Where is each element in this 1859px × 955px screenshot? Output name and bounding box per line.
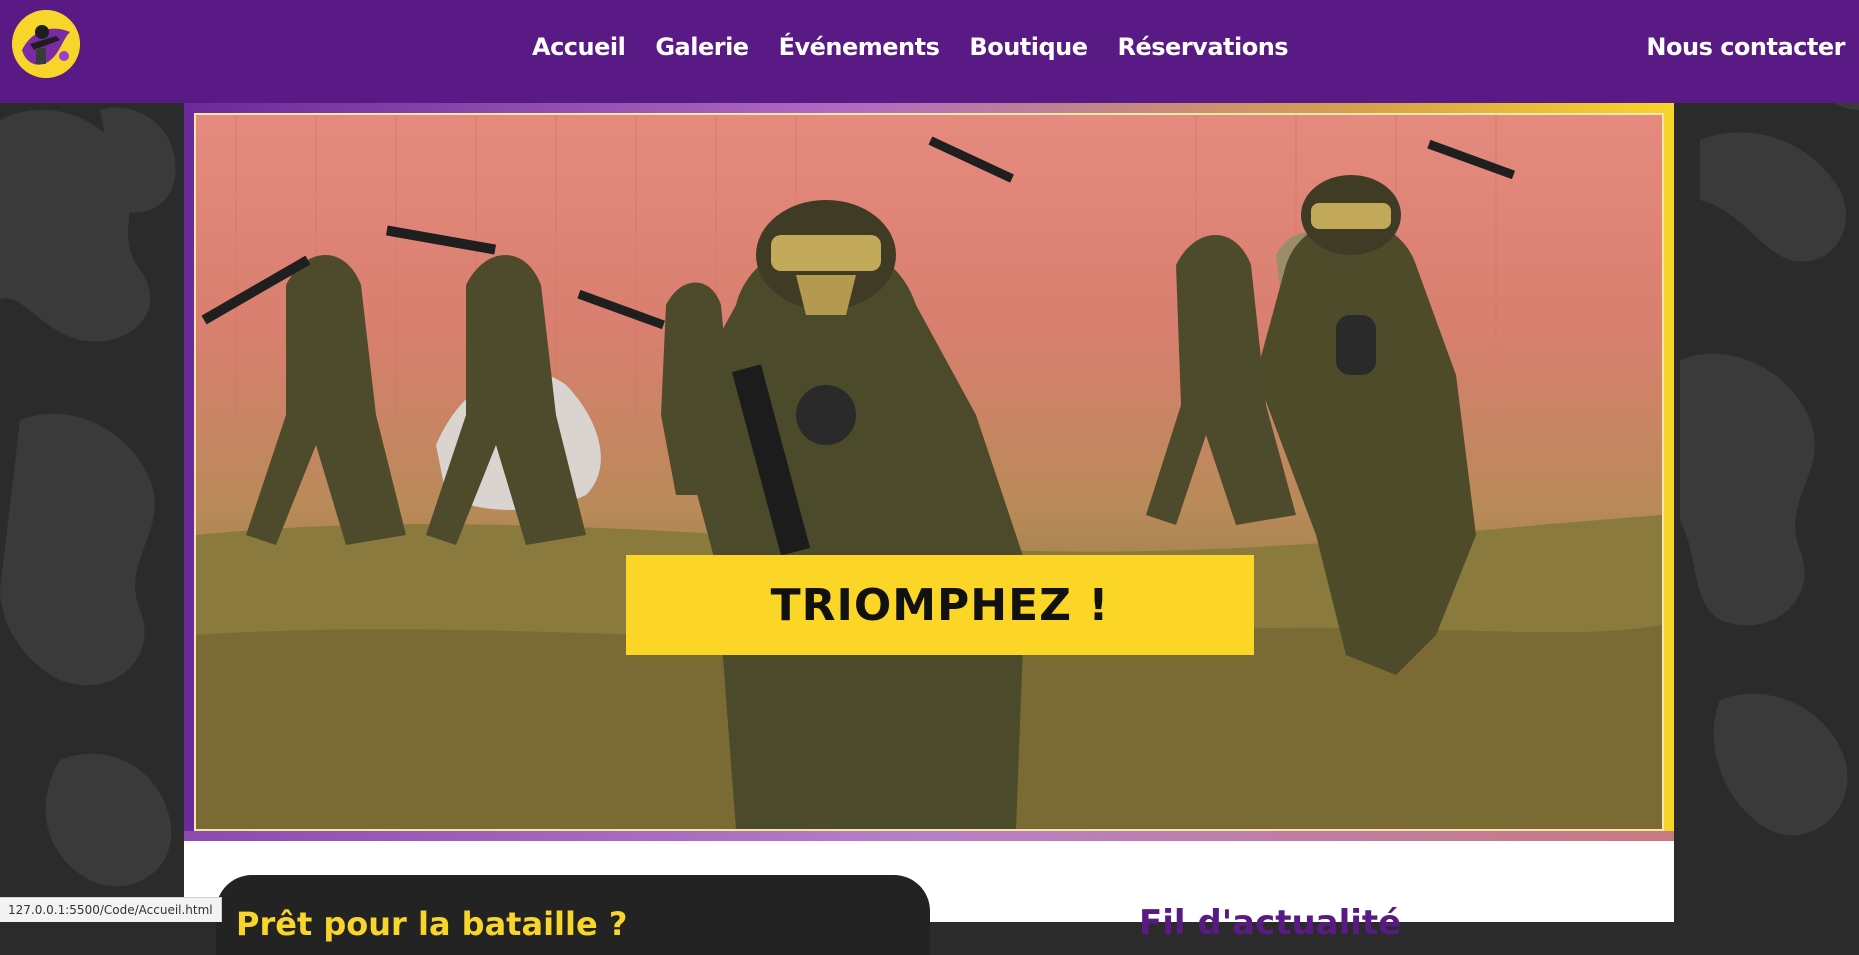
main-nav: Accueil Galerie Événements Boutique Rése… bbox=[532, 33, 1289, 61]
hero-frame: TRIOMPHEZ ! bbox=[184, 103, 1674, 841]
paintball-soldier-logo-icon[interactable] bbox=[12, 10, 80, 78]
nav-link-boutique[interactable]: Boutique bbox=[969, 33, 1088, 61]
hero-cta-button[interactable]: TRIOMPHEZ ! bbox=[626, 555, 1254, 655]
battle-ready-card: Prêt pour la bataille ? bbox=[216, 875, 930, 955]
nav-link-reservations[interactable]: Réservations bbox=[1118, 33, 1289, 61]
hero-cta-label: TRIOMPHEZ ! bbox=[770, 579, 1110, 631]
top-navigation-bar: Accueil Galerie Événements Boutique Rése… bbox=[0, 0, 1859, 103]
nav-link-evenements[interactable]: Événements bbox=[779, 33, 940, 61]
nav-link-galerie[interactable]: Galerie bbox=[655, 33, 749, 61]
nav-link-accueil[interactable]: Accueil bbox=[532, 33, 626, 61]
hero-banner: TRIOMPHEZ ! bbox=[194, 113, 1664, 831]
paintball-players-photo bbox=[196, 115, 1662, 829]
news-feed-title: Fil d'actualité bbox=[1139, 903, 1402, 943]
main-content: TRIOMPHEZ ! Prêt pour la bataille ? Fil … bbox=[184, 103, 1674, 955]
browser-status-url: 127.0.0.1:5500/Code/Accueil.html bbox=[0, 897, 222, 922]
contact-link[interactable]: Nous contacter bbox=[1646, 33, 1845, 61]
battle-ready-title: Prêt pour la bataille ? bbox=[236, 905, 628, 943]
